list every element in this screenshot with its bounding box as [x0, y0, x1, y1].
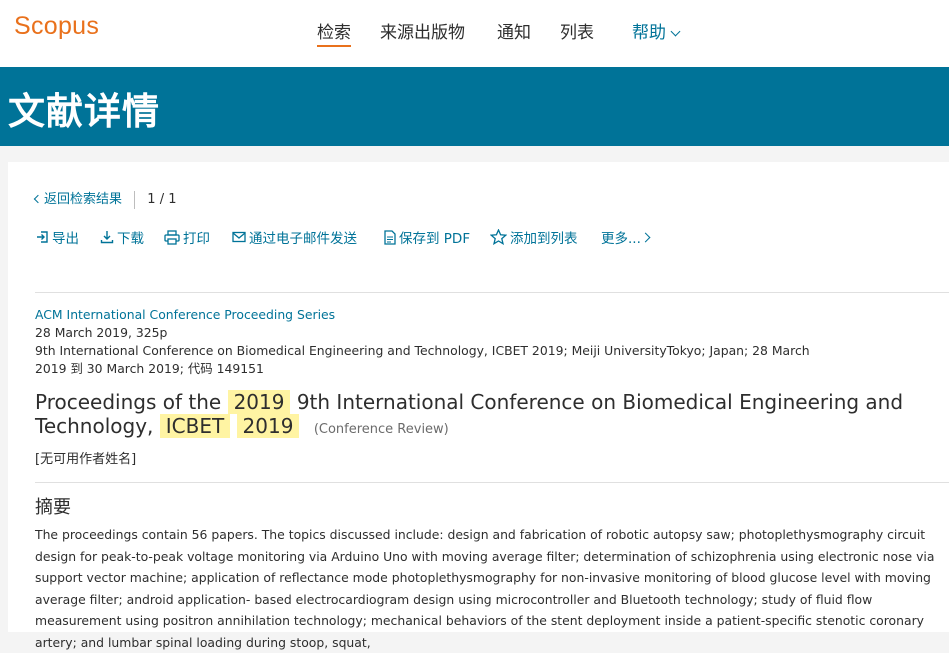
save-pdf-button[interactable]: 保存到 PDF: [383, 227, 470, 247]
star-icon: [490, 229, 507, 245]
nav-help[interactable]: 帮助: [632, 18, 681, 43]
abstract-text: The proceedings contain 56 papers. The t…: [35, 527, 935, 650]
divider: [35, 482, 949, 483]
export-icon: [37, 231, 48, 243]
pdf-icon: [384, 229, 396, 245]
title-highlight: ICBET: [159, 414, 231, 438]
back-to-results-label: 返回检索结果: [44, 192, 123, 207]
conference-info-line1: 9th International Conference on Biomedic…: [35, 343, 810, 358]
print-label: 打印: [183, 231, 210, 247]
export-label: 导出: [52, 231, 79, 247]
main-nav: 检索 来源出版物 通知 列表 帮助: [0, 18, 949, 48]
email-label: 通过电子邮件发送: [249, 231, 357, 247]
top-navigation-bar: Scopus 检索 来源出版物 通知 列表 帮助: [0, 0, 949, 67]
nav-lists[interactable]: 列表: [560, 18, 594, 43]
back-to-results-link[interactable]: 返回检索结果: [33, 192, 123, 207]
more-button[interactable]: 更多...: [601, 227, 651, 247]
title-text: Proceedings of the: [35, 390, 222, 414]
chevron-right-icon: [640, 232, 651, 242]
document-title: Proceedings of the 2019 9th Internationa…: [35, 390, 945, 442]
add-to-list-label: 添加到列表: [510, 231, 578, 247]
authors: [无可用作者姓名]: [35, 452, 137, 467]
nav-help-label: 帮助: [632, 23, 666, 43]
print-button[interactable]: 打印: [164, 227, 210, 247]
nav-alerts[interactable]: 通知: [497, 18, 531, 43]
source-series-link[interactable]: ACM International Conference Proceeding …: [35, 306, 935, 324]
divider: [35, 292, 949, 293]
save-pdf-label: 保存到 PDF: [399, 231, 471, 247]
result-pager: 1 / 1: [147, 192, 177, 207]
separator: [134, 190, 136, 209]
abstract-heading: 摘要: [35, 497, 71, 518]
title-highlight: 2019: [236, 414, 300, 438]
download-button[interactable]: 下载: [100, 227, 144, 247]
conference-info-line2: 2019 到 30 March 2019; 代码 149151: [35, 361, 264, 376]
publication-date-pages: 28 March 2019, 325p: [35, 325, 168, 340]
download-label: 下载: [117, 231, 144, 247]
title-highlight: 2019: [227, 390, 291, 414]
page-title: 文献详情: [8, 90, 160, 133]
chevron-left-icon: [33, 194, 43, 204]
email-button[interactable]: 通过电子邮件发送: [232, 227, 357, 247]
download-icon: [100, 231, 114, 244]
nav-search[interactable]: 检索: [317, 18, 351, 47]
breadcrumb: 返回检索结果 1 / 1: [33, 188, 177, 209]
mail-icon: [232, 231, 246, 243]
document-type: (Conference Review): [313, 422, 449, 437]
add-to-list-button[interactable]: 添加到列表: [490, 227, 578, 247]
print-icon: [164, 229, 180, 245]
more-label: 更多...: [601, 231, 641, 247]
export-button[interactable]: 导出: [36, 227, 79, 247]
page-banner: 文献详情: [0, 67, 949, 146]
nav-sources[interactable]: 来源出版物: [380, 18, 465, 43]
document-metadata: ACM International Conference Proceeding …: [35, 306, 935, 378]
chevron-down-icon: [670, 26, 681, 37]
